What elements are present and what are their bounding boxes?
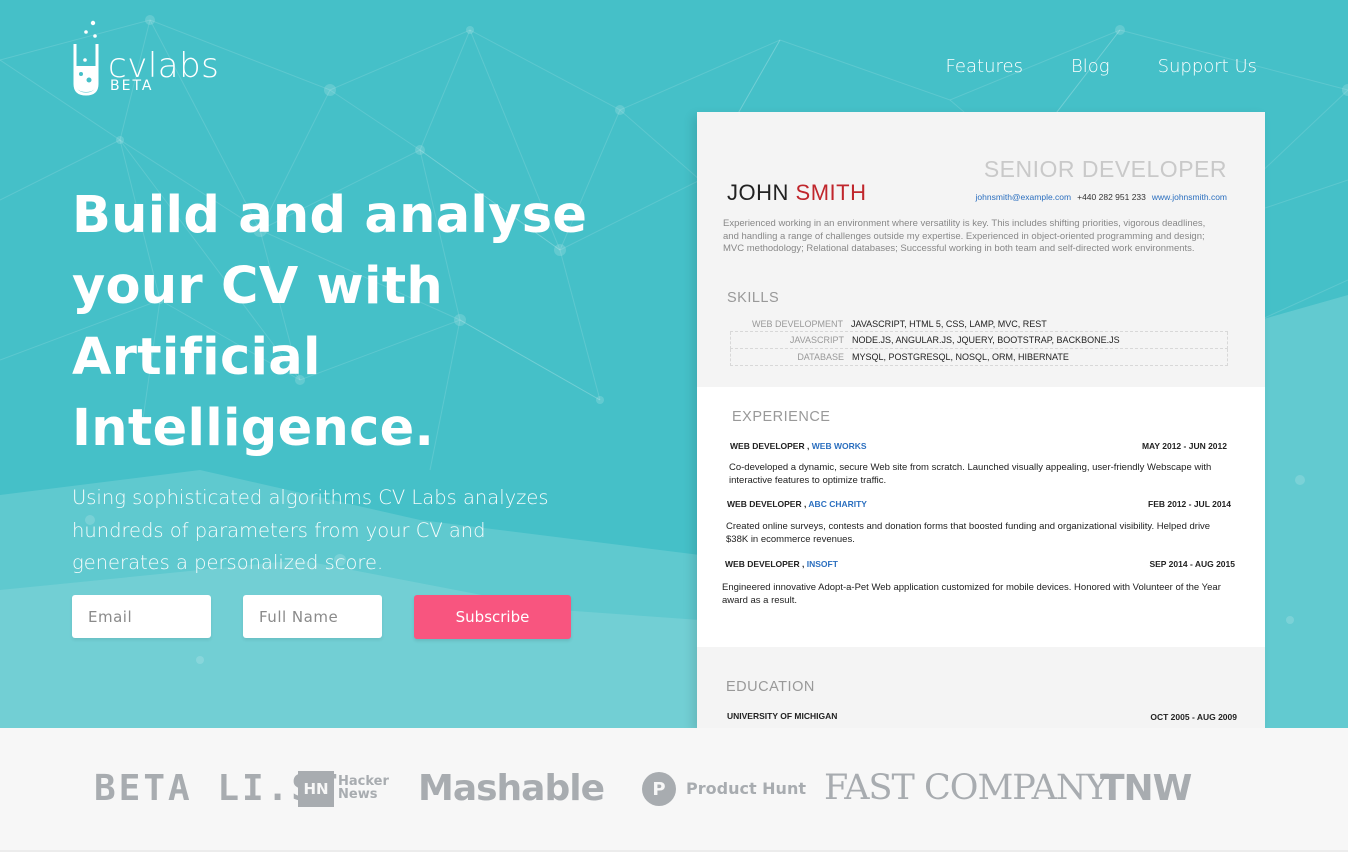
full-name-input[interactable] [243,595,382,638]
job-role: WEB DEVELOPER [725,559,800,569]
cv-job-dates: FEB 2012 - JUL 2014 [1148,499,1231,509]
cv-experience-heading: EXPERIENCE [732,409,831,425]
job-company: ABC CHARITY [808,499,867,509]
cv-education-dates: OCT 2005 - AUG 2009 [1150,712,1237,722]
cv-job-desc: Created online surveys, contests and don… [726,521,1211,545]
nav-features[interactable]: Features [946,56,1023,77]
tnw-logo: TNW [1100,768,1192,809]
hacker-news-line2: News [338,787,378,802]
nav-blog[interactable]: Blog [1071,56,1110,77]
skill-items: MYSQL, POSTGRESQL, NOSQL, ORM, HIBERNATE [852,352,1069,362]
fast-company-logo: FAST COMPANY [824,768,1109,808]
cv-website: www.johnsmith.com [1151,192,1227,202]
skill-category: DATABASE [797,352,844,362]
skill-row: JAVASCRIPT NODE.JS, ANGULAR.JS, JQUERY, … [730,332,1228,349]
top-nav: Features Blog Support Us [946,56,1257,77]
job-role: WEB DEVELOPER [727,499,802,509]
cv-contact: johnsmith@example.com +440 282 951 233 w… [976,192,1227,202]
hero-section: cvlabs BETA Features Blog Support Us Bui… [0,0,1348,728]
skill-row: WEB DEVELOPMENT JAVASCRIPT, HTML 5, CSS,… [730,315,1228,332]
brand-logo[interactable]: cvlabs BETA [72,20,222,96]
skill-category: WEB DEVELOPMENT [751,318,843,329]
hacker-news-icon: HN [298,771,334,807]
flask-icon [73,20,99,96]
cv-first-name: JOHN [727,180,789,205]
nav-support-us[interactable]: Support Us [1158,56,1257,77]
beta-badge: BETA [110,78,154,94]
job-company: WEB WORKS [811,441,867,451]
cv-summary: Experienced working in an environment wh… [723,218,1206,254]
hero-headline: Build and analyse your CV with Artificia… [72,186,588,458]
cv-name: JOHN SMITH [727,180,866,206]
cv-job-title: WEB DEVELOPER , INSOFT [725,559,838,569]
job-separator: , [802,559,805,569]
cv-job-desc: Engineered innovative Adopt-a-Pet Web ap… [722,582,1221,606]
cv-job-desc: Co-developed a dynamic, secure Web site … [729,462,1212,486]
subscribe-button[interactable]: Subscribe [414,595,571,639]
cv-job-title: WEB DEVELOPER , ABC CHARITY [727,499,867,509]
press-logos-bar: BETA LI.ST HN Hacker News Mashable P Pro… [0,728,1348,852]
subscribe-form: Subscribe [72,595,571,639]
cv-education-heading: EDUCATION [726,679,815,695]
product-hunt-icon: P [642,772,676,806]
product-hunt-wordmark: Product Hunt [686,779,806,798]
cv-job-dates: SEP 2014 - AUG 2015 [1149,559,1235,569]
skill-items: JAVASCRIPT, HTML 5, CSS, LAMP, MVC, REST [851,318,1047,329]
job-separator: , [804,499,807,509]
cv-preview: SENIOR DEVELOPER JOHN SMITH johnsmith@ex… [697,112,1265,728]
job-role: WEB DEVELOPER [730,441,805,451]
skill-row: DATABASE MYSQL, POSTGRESQL, NOSQL, ORM, … [730,349,1228,366]
hacker-news-wordmark: Hacker News [338,775,389,801]
cv-role: SENIOR DEVELOPER [983,156,1227,182]
job-separator: , [807,441,810,451]
cv-job-title: WEB DEVELOPER , WEB WORKS [730,441,867,451]
cv-skills-table: WEB DEVELOPMENT JAVASCRIPT, HTML 5, CSS,… [730,315,1228,366]
hero-subtext: Using sophisticated algorithms CV Labs a… [72,486,549,574]
skill-items: NODE.JS, ANGULAR.JS, JQUERY, BOOTSTRAP, … [852,335,1120,345]
mashable-logo: Mashable [418,768,605,809]
job-company: INSOFT [806,559,838,569]
skill-category: JAVASCRIPT [789,335,844,345]
email-input[interactable] [72,595,211,638]
cv-email: johnsmith@example.com [975,192,1072,202]
cv-phone: +440 282 951 233 [1077,192,1146,202]
cv-job-dates: MAY 2012 - JUN 2012 [1141,441,1227,451]
cv-school: UNIVERSITY OF MICHIGAN [727,711,838,721]
cv-skills-heading: SKILLS [727,290,780,306]
cv-last-name: SMITH [795,180,867,205]
